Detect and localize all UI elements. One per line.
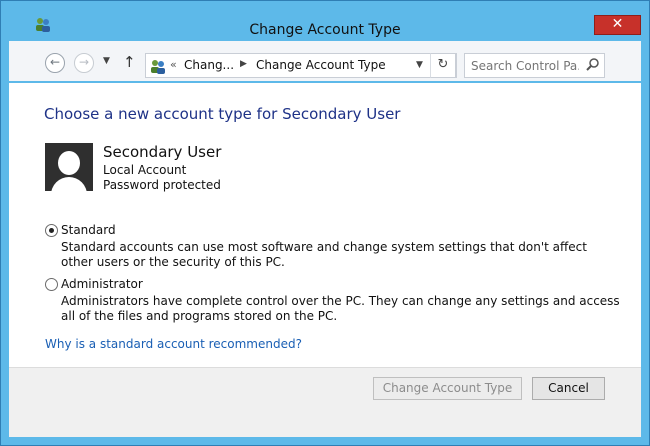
breadcrumb-item-parent[interactable]: Chang...: [184, 58, 234, 72]
breadcrumb-separator-icon[interactable]: ▶: [240, 59, 247, 69]
change-account-type-button[interactable]: Change Account Type: [373, 377, 522, 400]
user-password-status: Password protected: [103, 178, 221, 192]
standard-account-help-link[interactable]: Why is a standard account recommended?: [45, 337, 302, 351]
breadcrumb-overflow-icon[interactable]: «: [170, 58, 177, 71]
title-bar[interactable]: Change Account Type ✕: [1, 1, 649, 39]
close-button[interactable]: ✕: [594, 15, 641, 35]
up-button[interactable]: ↑: [123, 53, 136, 71]
search-icon[interactable]: [585, 57, 601, 73]
back-button[interactable]: ←: [45, 53, 65, 73]
change-account-type-window: Change Account Type ✕ ← → ▼ ↑ « Chang...…: [0, 0, 650, 446]
page-title: Choose a new account type for Secondary …: [44, 105, 401, 123]
user-name: Secondary User: [103, 143, 222, 161]
avatar-head-shape: [58, 151, 80, 175]
user-avatar: [45, 143, 93, 191]
control-panel-icon: [151, 60, 165, 74]
cancel-button[interactable]: Cancel: [532, 377, 605, 400]
dialog-footer: Change Account Type Cancel: [9, 367, 641, 437]
administrator-label[interactable]: Administrator: [61, 277, 143, 291]
recent-locations-dropdown-icon[interactable]: ▼: [103, 56, 110, 66]
standard-radio[interactable]: [45, 224, 58, 237]
address-bar[interactable]: « Chang... ▶ Change Account Type ▼: [145, 53, 457, 78]
window-title: Change Account Type: [249, 22, 401, 38]
address-dropdown-icon[interactable]: ▼: [416, 60, 423, 70]
standard-description: Standard accounts can use most software …: [61, 240, 587, 269]
user-account-type: Local Account: [103, 163, 187, 177]
navigation-bar: ← → ▼ ↑ « Chang... ▶ Change Account Type…: [9, 41, 641, 81]
administrator-description: Administrators have complete control ove…: [61, 294, 620, 323]
search-box[interactable]: [464, 53, 605, 78]
refresh-button[interactable]: ↻: [430, 53, 456, 78]
content-pane: Choose a new account type for Secondary …: [9, 83, 641, 367]
breadcrumb-item-current[interactable]: Change Account Type: [256, 58, 386, 72]
forward-button[interactable]: →: [74, 53, 94, 73]
search-input[interactable]: [471, 58, 579, 74]
standard-label[interactable]: Standard: [61, 223, 116, 237]
administrator-radio[interactable]: [45, 278, 58, 291]
avatar-body-shape: [51, 177, 87, 191]
